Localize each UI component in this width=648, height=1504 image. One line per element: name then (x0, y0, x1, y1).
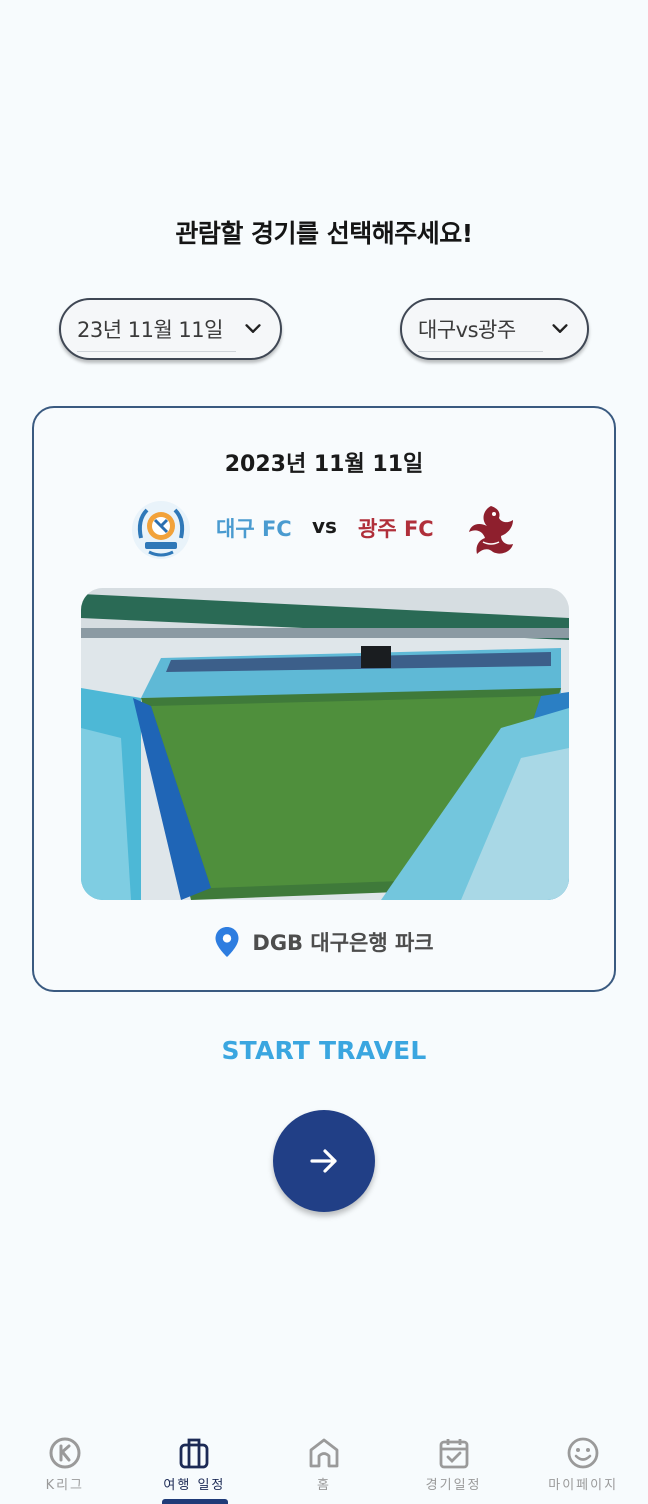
match-dropdown[interactable]: 대구vs광주 (400, 298, 589, 360)
bottom-tab-bar: K리그 여행 일정 홈 경기일정 마이페이지 (0, 1430, 648, 1504)
tab-label: 경기일정 (425, 1478, 482, 1493)
stadium-photo (81, 588, 569, 900)
tab-label: 여행 일정 (163, 1478, 226, 1493)
date-dropdown[interactable]: 23년 11월 11일 (59, 298, 282, 360)
tab-label: K리그 (45, 1478, 85, 1493)
matchup: 대구 FC vs 광주 FC (34, 500, 614, 560)
tab-match-schedule[interactable]: 경기일정 (389, 1430, 519, 1504)
vs-label: vs (312, 514, 337, 538)
arrow-right-icon (310, 1149, 337, 1173)
page-title: 관람할 경기를 선택해주세요! (175, 219, 473, 248)
venue-name: DGB 대구은행 파크 (252, 931, 434, 955)
chevron-down-icon (245, 324, 261, 333)
home-team-name: 대구 FC (216, 517, 292, 541)
away-team-name: 광주 FC (358, 517, 434, 541)
luggage-icon (179, 1438, 209, 1469)
chevron-down-icon (552, 324, 568, 333)
smiley-icon (567, 1437, 599, 1469)
match-date: 2023년 11월 11일 (224, 452, 424, 477)
calendar-check-icon (439, 1439, 468, 1469)
tab-travel-schedule[interactable]: 여행 일정 (130, 1430, 260, 1504)
tab-k-league[interactable]: K리그 (0, 1430, 130, 1504)
tab-home[interactable]: 홈 (259, 1430, 389, 1504)
start-travel-button[interactable] (273, 1110, 375, 1212)
gwangju-fc-logo (469, 506, 513, 554)
screen: 관람할 경기를 선택해주세요! 23년 11월 11일 대구vs광주 2023년… (0, 0, 648, 1504)
k-league-icon (49, 1437, 81, 1469)
tab-my-page[interactable]: 마이페이지 (518, 1430, 648, 1504)
active-tab-indicator (161, 1499, 228, 1504)
match-card: 2023년 11월 11일 대구 FC vs 광주 FC DGB 대구은행 파크 (32, 406, 616, 992)
home-icon (309, 1438, 339, 1468)
tab-label: 홈 (317, 1478, 331, 1493)
location-pin-icon (215, 927, 239, 957)
daegu-fc-logo (132, 501, 190, 559)
venue: DGB 대구은행 파크 (34, 926, 614, 958)
match-dropdown-value: 대구vs광주 (418, 314, 543, 352)
tab-label: 마이페이지 (548, 1478, 619, 1493)
start-travel-label: START TRAVEL (221, 1036, 427, 1065)
date-dropdown-value: 23년 11월 11일 (77, 314, 236, 352)
